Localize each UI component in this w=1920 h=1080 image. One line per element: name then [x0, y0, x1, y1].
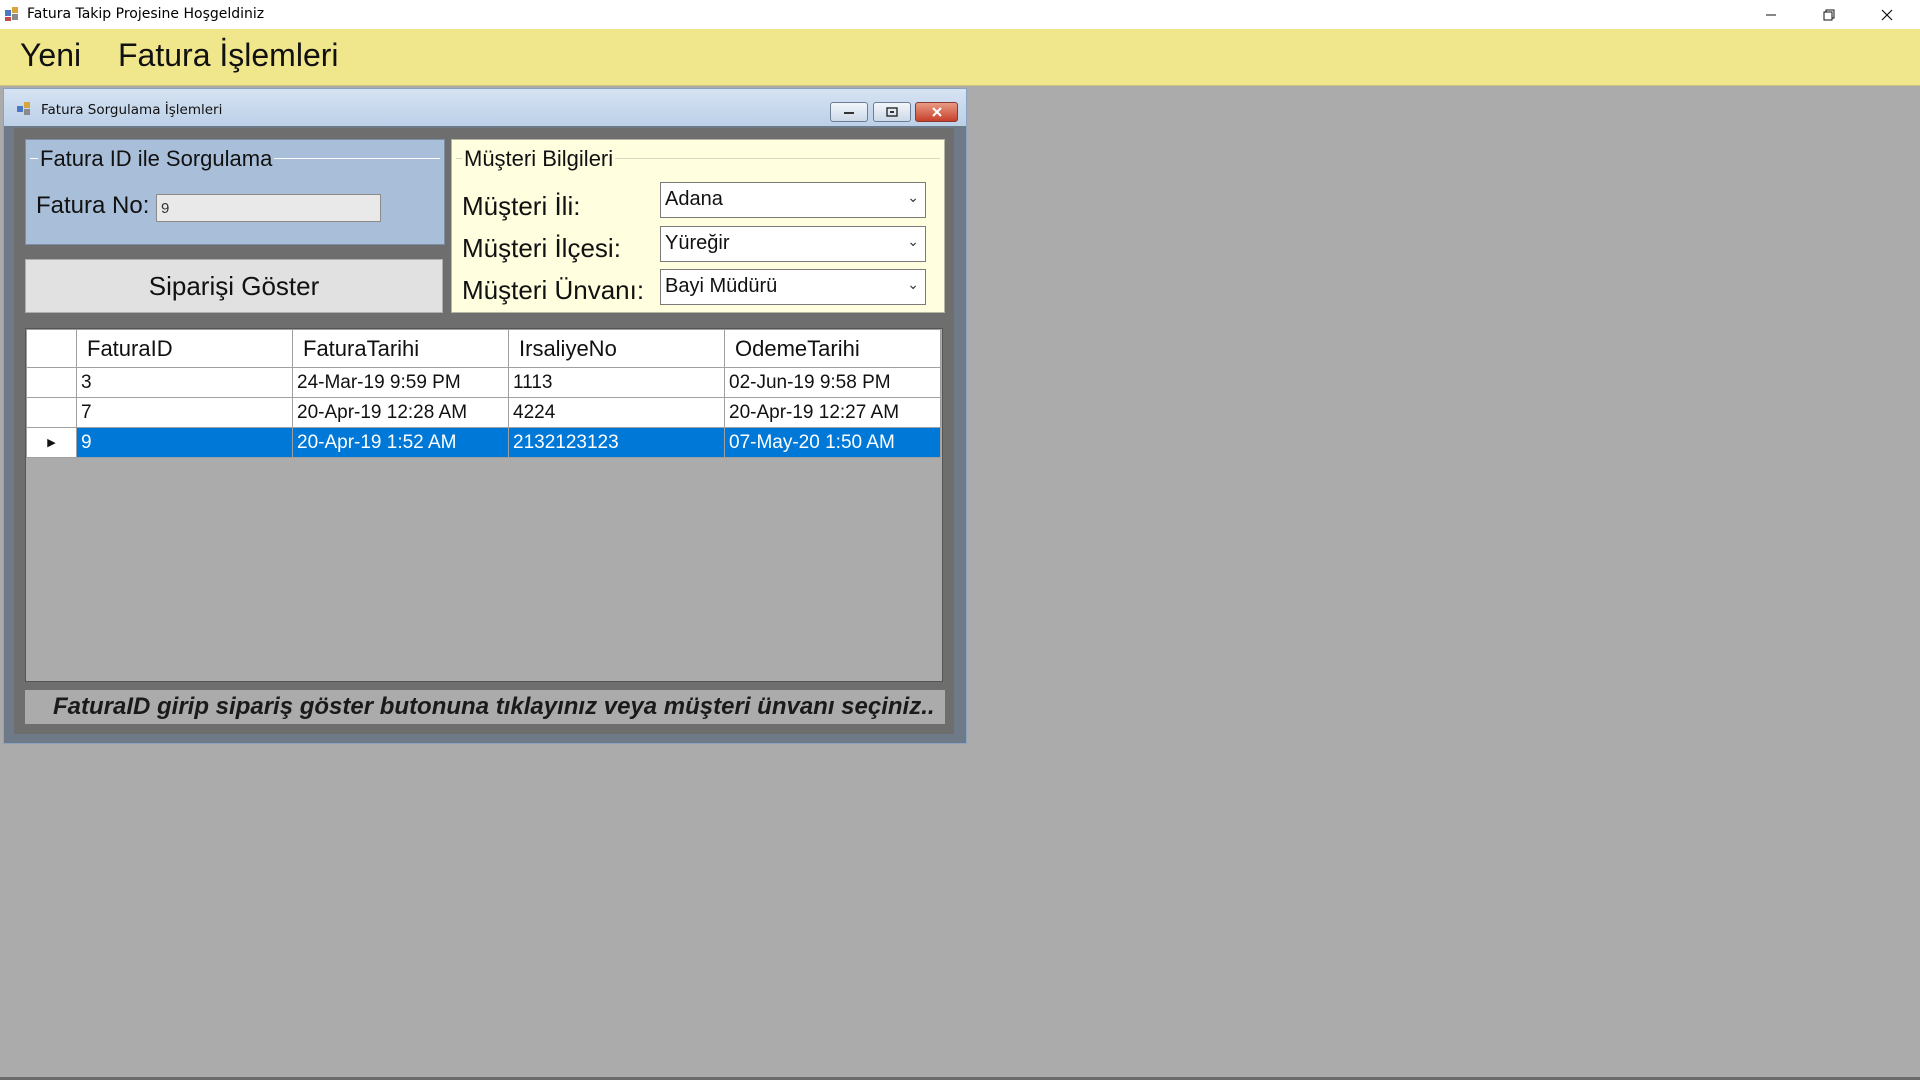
child-window-title: Fatura Sorgulama İşlemleri: [41, 102, 223, 118]
table-cell[interactable]: 1113: [508, 367, 725, 398]
musteri-unvan-label: Müşteri Ünvanı:: [462, 275, 645, 305]
fatura-no-label: Fatura No:: [36, 192, 150, 219]
invoice-data-grid[interactable]: FaturaID FaturaTarihi IrsaliyeNo OdemeTa…: [25, 328, 943, 682]
table-cell[interactable]: 4224: [508, 397, 725, 428]
table-cell[interactable]: 3: [76, 367, 293, 398]
table-cell[interactable]: 07-May-20 1:50 AM: [724, 427, 941, 458]
restore-icon: [1823, 9, 1835, 20]
minimize-icon: [844, 112, 854, 114]
app-icon: [5, 7, 18, 21]
table-cell[interactable]: 20-Apr-19 1:52 AM: [292, 427, 509, 458]
window-title: Fatura Takip Projesine Hoşgeldiniz: [27, 6, 265, 22]
musteri-group-title: Müşteri Bilgileri: [462, 146, 616, 172]
fatura-group-title: Fatura ID ile Sorgulama: [38, 146, 275, 172]
hint-label: FaturaID girip sipariş göster butonuna t…: [25, 690, 945, 724]
musteri-unvan-combobox[interactable]: Bayi Müdürü ⌄: [660, 269, 926, 305]
column-header-irsaliyeno[interactable]: IrsaliyeNo: [508, 329, 725, 368]
menu-item-yeni[interactable]: Yeni: [20, 37, 81, 74]
close-button[interactable]: [1858, 0, 1916, 29]
chevron-down-icon: ⌄: [907, 276, 919, 292]
table-cell[interactable]: 9: [76, 427, 293, 458]
child-close-button[interactable]: [915, 102, 958, 122]
child-minimize-button[interactable]: [830, 102, 868, 122]
column-header-faturatarihi[interactable]: FaturaTarihi: [292, 329, 509, 368]
column-header-faturaid[interactable]: FaturaID: [76, 329, 293, 368]
restore-icon: [886, 107, 898, 117]
minimize-button[interactable]: [1742, 0, 1800, 29]
musteri-bilgileri-groupbox: Müşteri Bilgileri Müşteri İli: Adana ⌄ M…: [451, 139, 945, 313]
table-cell[interactable]: 20-Apr-19 12:27 AM: [724, 397, 941, 428]
table-row[interactable]: 3 24-Mar-19 9:59 PM 1113 02-Jun-19 9:58 …: [26, 367, 941, 398]
restore-button[interactable]: [1800, 0, 1858, 29]
window-titlebar: Fatura Takip Projesine Hoşgeldiniz: [0, 0, 1920, 29]
fatura-no-input[interactable]: [156, 194, 381, 222]
current-row-arrow-icon: ▶: [47, 437, 56, 449]
musteri-il-combobox[interactable]: Adana ⌄: [660, 182, 926, 218]
menu-bar: Yeni Fatura İşlemleri: [0, 29, 1920, 86]
row-header-corner[interactable]: [26, 329, 77, 368]
child-client-area: Fatura ID ile Sorgulama Fatura No: Sipar…: [14, 128, 954, 734]
child-app-icon: [17, 102, 30, 115]
fatura-id-groupbox: Fatura ID ile Sorgulama Fatura No:: [25, 139, 445, 245]
show-order-button[interactable]: Siparişi Göster: [25, 259, 443, 313]
child-window: Fatura Sorgulama İşlemleri Fatura ID ile…: [3, 88, 967, 744]
row-header[interactable]: [26, 367, 77, 398]
musteri-unvan-value: Bayi Müdürü: [665, 275, 778, 297]
table-cell[interactable]: 20-Apr-19 12:28 AM: [292, 397, 509, 428]
musteri-il-label: Müşteri İli:: [462, 191, 581, 221]
table-cell[interactable]: 24-Mar-19 9:59 PM: [292, 367, 509, 398]
table-cell[interactable]: 02-Jun-19 9:58 PM: [724, 367, 941, 398]
close-icon: [931, 107, 942, 117]
menu-item-fatura-islemleri[interactable]: Fatura İşlemleri: [118, 37, 339, 74]
chevron-down-icon: ⌄: [907, 233, 919, 249]
close-icon: [1881, 9, 1893, 20]
musteri-il-value: Adana: [665, 188, 723, 210]
musteri-ilce-label: Müşteri İlçesi:: [462, 233, 621, 263]
table-row[interactable]: 7 20-Apr-19 12:28 AM 4224 20-Apr-19 12:2…: [26, 397, 941, 428]
column-header-odemetarihi[interactable]: OdemeTarihi: [724, 329, 941, 368]
grid-header-row: FaturaID FaturaTarihi IrsaliyeNo OdemeTa…: [26, 329, 941, 368]
grid-table: FaturaID FaturaTarihi IrsaliyeNo OdemeTa…: [26, 329, 941, 458]
musteri-ilce-value: Yüreğir: [665, 232, 730, 254]
chevron-down-icon: ⌄: [907, 189, 919, 205]
table-row-selected[interactable]: ▶ 9 20-Apr-19 1:52 AM 2132123123 07-May-…: [26, 427, 941, 458]
row-header[interactable]: ▶: [26, 427, 77, 458]
row-header[interactable]: [26, 397, 77, 428]
table-cell[interactable]: 2132123123: [508, 427, 725, 458]
musteri-ilce-combobox[interactable]: Yüreğir ⌄: [660, 226, 926, 262]
table-cell[interactable]: 7: [76, 397, 293, 428]
minimize-icon: [1766, 14, 1776, 15]
child-restore-button[interactable]: [873, 102, 911, 122]
child-titlebar[interactable]: Fatura Sorgulama İşlemleri: [4, 89, 966, 126]
